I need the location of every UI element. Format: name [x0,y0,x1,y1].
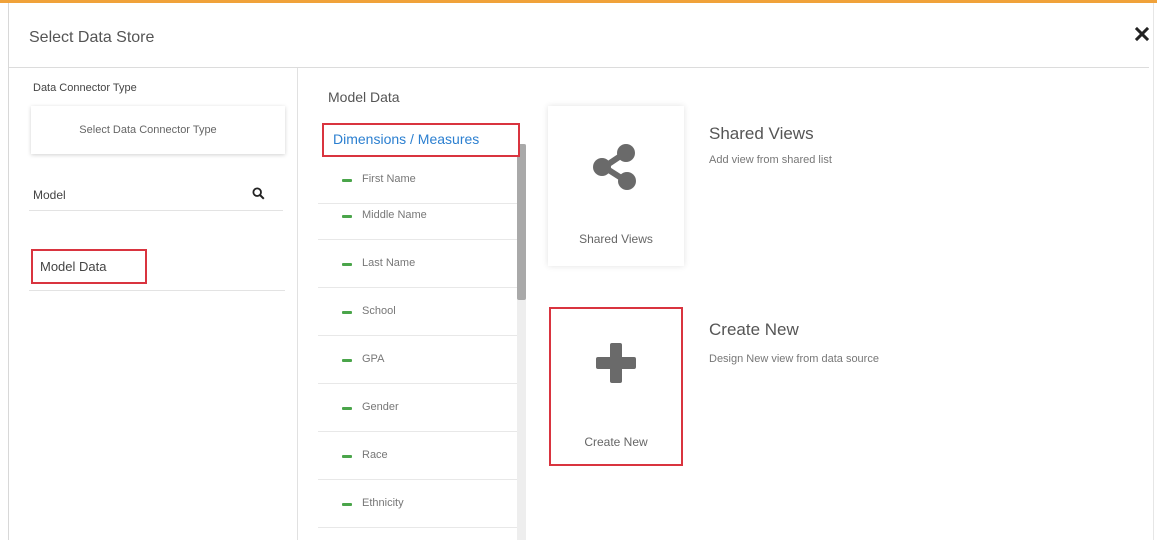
field-name: GPA [362,353,385,365]
middle-panel: Model Data Dimensions / Measures First N… [298,68,528,540]
shared-views-card-label: Shared Views [579,232,653,246]
shared-views-title: Shared Views [709,124,814,143]
field-name: First Name [362,173,416,185]
dimension-dash-icon [342,311,352,314]
create-new-card[interactable]: Create New [549,307,683,466]
field-item[interactable]: Ethnicity [318,480,518,528]
field-list: First Name Middle Name Last Name School … [318,156,518,540]
close-icon[interactable] [1133,25,1151,43]
field-item[interactable]: Gender [318,384,518,432]
field-item[interactable]: GPA [318,336,518,384]
share-icon [593,144,636,190]
dialog-right-border [1153,3,1154,540]
dimensions-measures-tab[interactable]: Dimensions / Measures [322,123,520,157]
dimension-dash-icon [342,215,352,218]
model-data-title: Model Data [328,89,400,105]
field-item[interactable]: Middle Name [318,192,518,240]
model-search-field[interactable]: Model [29,176,283,211]
field-item[interactable]: Last Name [318,240,518,288]
field-list-scrollbar[interactable] [517,144,526,540]
shared-views-card[interactable]: Shared Views [548,106,684,266]
field-item[interactable]: Race [318,432,518,480]
model-search-label: Model [33,188,66,202]
shared-views-description: Add view from shared list [709,154,832,166]
search-icon[interactable] [252,187,265,200]
connector-type-select[interactable]: Select Data Connector Type [31,106,285,154]
dimension-dash-icon [342,359,352,362]
field-name: Gender [362,401,399,413]
field-item[interactable]: School [318,288,518,336]
dialog-title: Select Data Store [29,29,155,46]
scrollbar-thumb[interactable] [517,144,526,300]
field-name: Race [362,449,388,461]
left-panel: Data Connector Type Select Data Connecto… [9,68,298,540]
field-name: Last Name [362,257,416,269]
dimension-dash-icon [342,263,352,266]
create-new-description: Design New view from data source [709,353,879,365]
model-item-model-data[interactable]: Model Data [31,249,147,284]
plus-icon [596,343,636,383]
dimension-dash-icon [342,407,352,410]
dimension-dash-icon [342,455,352,458]
field-name: Ethnicity [362,497,404,509]
connector-type-label: Data Connector Type [33,82,137,94]
dimension-dash-icon [342,179,352,182]
create-new-title: Create New [709,320,799,339]
dimension-dash-icon [342,503,352,506]
create-new-card-label: Create New [584,435,648,449]
dialog-header: Select Data Store [9,3,1151,68]
field-name: Middle Name [362,209,427,221]
field-name: School [362,305,396,317]
model-list-row: Model Data [29,244,285,291]
